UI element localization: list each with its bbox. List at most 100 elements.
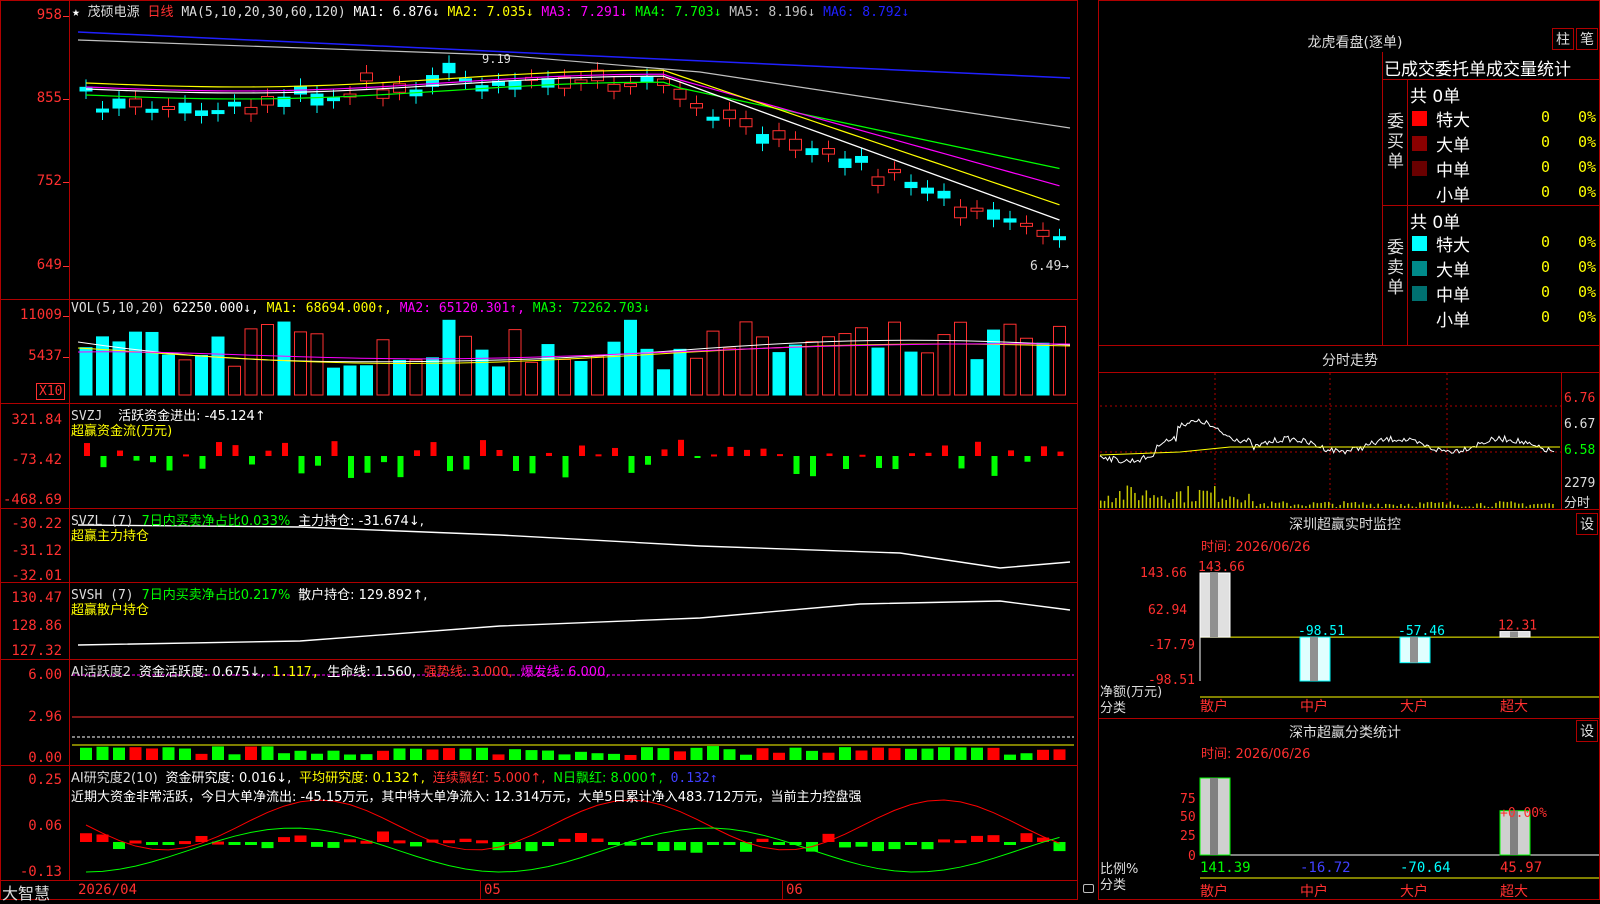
fund-flow-bar	[364, 456, 371, 473]
pen-mode-button[interactable]: 笔	[1576, 28, 1598, 50]
activity-bar	[806, 750, 818, 760]
volume-bar	[1053, 325, 1066, 396]
volume-bar	[591, 355, 604, 396]
ai-avg-research: 平均研究度: 0.132↑,	[299, 771, 425, 786]
candle-body	[871, 176, 885, 186]
date-divider	[480, 880, 481, 900]
monitor-settings-button[interactable]: 设	[1576, 513, 1598, 535]
retail-position-line	[77, 600, 1071, 646]
ai-cont-red: 连续飘红: 5.000↑,	[432, 771, 546, 786]
candle-body	[723, 109, 736, 120]
research-bar	[228, 842, 241, 845]
candle-body	[772, 130, 786, 140]
activity-bar	[1004, 754, 1016, 760]
classify-top-divider	[1098, 718, 1600, 719]
volume-bar	[211, 336, 225, 396]
research-bar	[377, 831, 389, 842]
candle-body	[624, 83, 637, 88]
vol-title: VOL(5,10,20)	[71, 301, 165, 316]
research-bar	[129, 840, 142, 844]
volume-bar	[244, 328, 258, 396]
activity-bar	[261, 746, 274, 760]
fund-flow-bar	[414, 450, 420, 456]
svzj-axis-label: -73.42	[11, 452, 62, 468]
fund-flow-bar	[232, 445, 239, 456]
period-label[interactable]: 日线	[148, 5, 174, 20]
stock-name[interactable]: 茂硕电源	[88, 5, 140, 20]
candle-body	[310, 93, 324, 106]
fund-flow-bar	[513, 456, 519, 471]
activity-bar	[723, 749, 736, 760]
volume-bar	[228, 365, 241, 396]
volume-bar	[277, 321, 291, 396]
candle-body	[921, 187, 934, 194]
activity-bar	[162, 747, 175, 760]
sell-row-pct: 0%	[1578, 283, 1597, 301]
classify-time: 时间: 2026/06/26	[1201, 747, 1311, 762]
research-bar	[591, 838, 604, 842]
activity-bar	[558, 754, 571, 760]
candle-body	[244, 106, 258, 115]
classify-settings-button[interactable]: 设	[1576, 720, 1598, 742]
buy-row-pct: 0%	[1578, 158, 1597, 176]
research-bar	[707, 842, 719, 845]
research-bar	[756, 838, 769, 842]
svzj-axis-label: 321.84	[11, 412, 62, 428]
svsh-axis-label: 127.32	[11, 643, 62, 659]
fund-flow-bar	[595, 454, 602, 457]
candle-body	[855, 155, 868, 163]
activity-bar	[377, 750, 389, 760]
volume-bar	[954, 321, 967, 396]
longhu-tabs[interactable]: 已成交委托单成交量统计	[1384, 55, 1571, 80]
vol-ma2: MA2: 65120.301↑,	[399, 301, 525, 316]
fund-flow-bar	[661, 449, 668, 456]
activity-bar	[657, 748, 670, 760]
research-bar	[905, 842, 917, 845]
price-axis-label: 958	[36, 7, 62, 23]
volume-bar	[492, 366, 505, 396]
candle-body	[112, 98, 126, 109]
candle-body	[673, 88, 687, 100]
fund-flow-bar	[1024, 456, 1031, 462]
ai-life-line: 生命线: 1.560,	[327, 665, 417, 680]
ma-item: MA1: 6.876↓	[353, 5, 440, 20]
svzl-ratio: 7日内买卖净占比0.033%	[141, 514, 291, 529]
volume-bar	[1003, 323, 1017, 396]
favorite-star-icon[interactable]: ★	[72, 5, 80, 20]
candle-body	[954, 206, 967, 219]
candle-body	[508, 80, 522, 90]
buy-row-count: 0	[1541, 158, 1551, 176]
activity-bar	[756, 748, 769, 760]
research-bar	[327, 842, 340, 848]
activity-bar	[542, 750, 554, 760]
candle-body	[541, 78, 555, 88]
ai-active-axis-label: 0.00	[28, 750, 62, 766]
volume-bar	[640, 348, 654, 396]
research-bar	[311, 842, 323, 847]
activity-bar	[146, 748, 158, 760]
activity-bar	[195, 753, 208, 760]
activity-bar	[327, 750, 340, 760]
ma-item: MA2: 7.035↓	[439, 5, 534, 20]
activity-bar	[608, 753, 620, 760]
ai-research-title: AI研究度2(10)	[71, 771, 158, 786]
candle-body	[690, 103, 703, 109]
activity-bar	[278, 753, 290, 760]
lock-icon[interactable]	[1083, 884, 1094, 893]
activity-bar	[1020, 753, 1033, 760]
volume-bar	[558, 358, 571, 396]
bar-mode-button[interactable]: 柱	[1552, 28, 1574, 50]
sell-color-swatch	[1412, 261, 1427, 276]
sell-row-count: 0	[1541, 233, 1551, 251]
candle-body	[211, 110, 225, 115]
research-bar	[278, 837, 290, 842]
ai-research-axis-label: 0.06	[28, 818, 62, 834]
research-bar	[294, 835, 307, 842]
fund-flow-bar	[826, 453, 833, 456]
volume-bar	[310, 333, 324, 396]
fund-flow-bar	[150, 456, 156, 463]
volume-bar	[772, 352, 786, 396]
sell-color-swatch	[1412, 311, 1427, 326]
intraday-axis-line	[1561, 372, 1562, 509]
ma-items: MA1: 6.876↓ MA2: 7.035↓ MA3: 7.291↓ MA4:…	[354, 5, 910, 20]
